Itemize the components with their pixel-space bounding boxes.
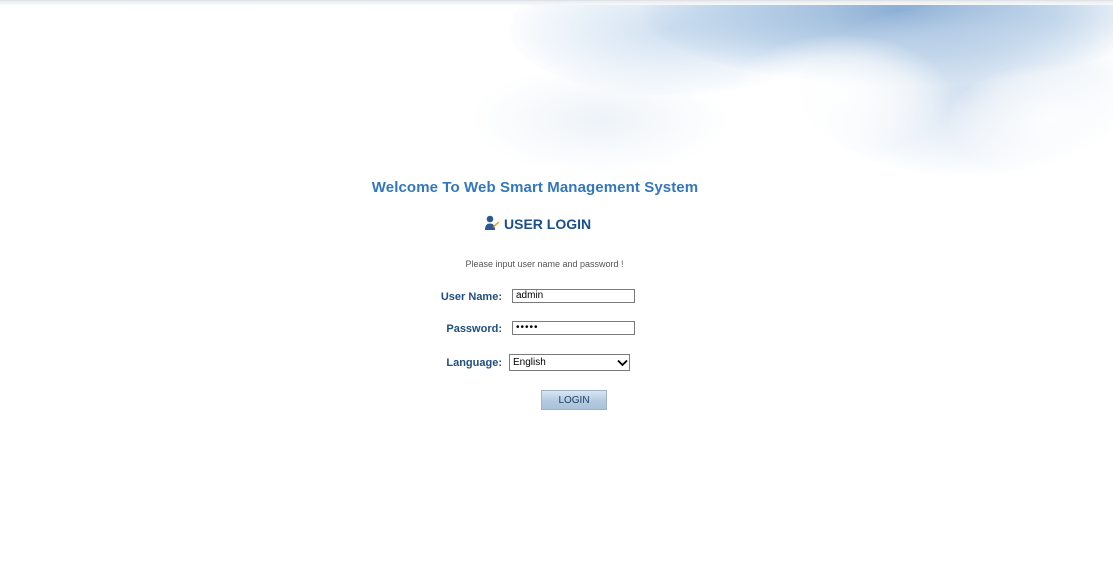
login-hint: Please input user name and password ! bbox=[465, 259, 624, 269]
login-page: Welcome To Web Smart Management System U… bbox=[0, 0, 1113, 583]
chevron-down-icon bbox=[615, 355, 629, 370]
language-label: Language: bbox=[446, 357, 502, 369]
top-rule bbox=[0, 0, 1113, 5]
login-title: USER LOGIN bbox=[504, 216, 592, 232]
username-input[interactable] bbox=[512, 289, 635, 303]
language-selected-value: English bbox=[513, 357, 546, 368]
user-icon bbox=[484, 215, 500, 233]
login-button[interactable]: LOGIN bbox=[541, 390, 607, 410]
language-select[interactable]: English bbox=[509, 354, 630, 371]
password-input[interactable] bbox=[512, 321, 635, 335]
password-label: Password: bbox=[446, 323, 502, 335]
welcome-title: Welcome To Web Smart Management System bbox=[371, 179, 699, 196]
login-header: USER LOGIN bbox=[484, 211, 591, 237]
username-label: User Name: bbox=[440, 291, 502, 303]
sky-banner bbox=[470, 5, 1113, 180]
